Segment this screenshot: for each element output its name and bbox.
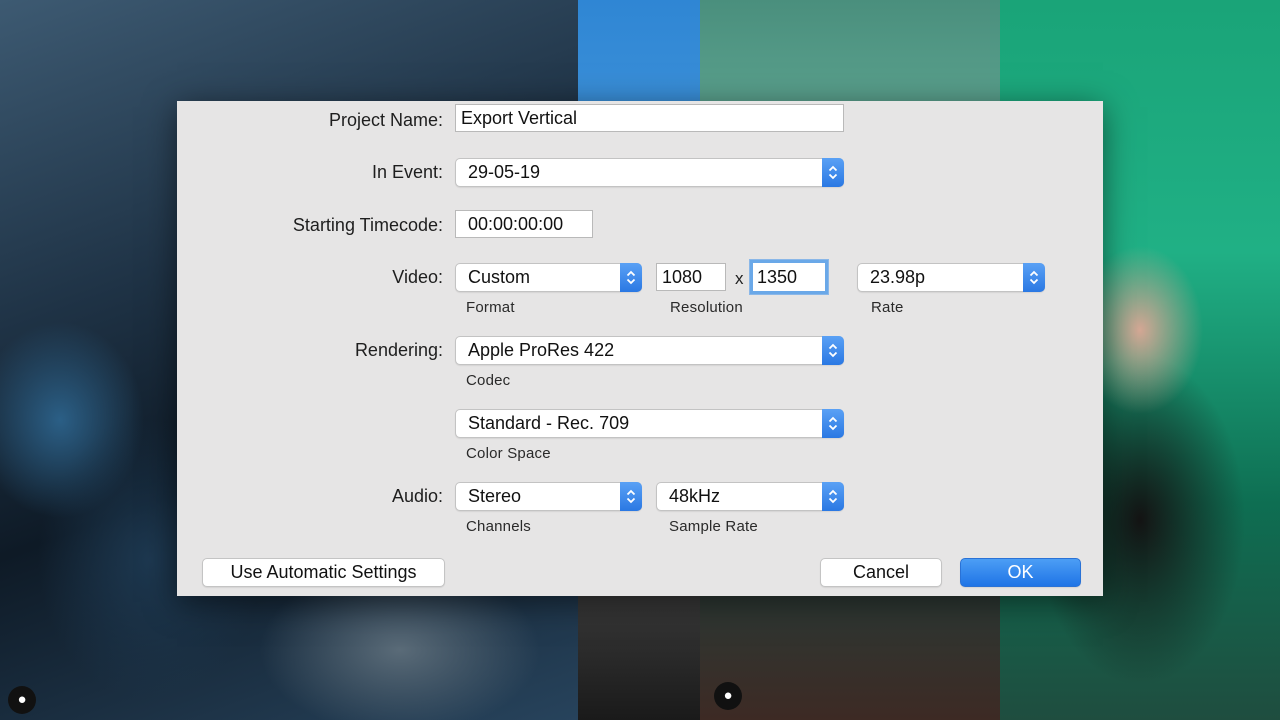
video-label: Video: [392,267,443,287]
updown-chevron-icon [822,336,844,365]
sample-rate-select[interactable]: 48kHz [656,482,844,511]
cancel-button[interactable]: Cancel [820,558,942,587]
use-automatic-settings-button[interactable]: Use Automatic Settings [202,558,445,587]
format-caption: Format [466,299,515,316]
updown-chevron-icon [822,482,844,511]
rate-caption: Rate [871,299,904,316]
updown-chevron-icon [620,482,642,511]
updown-chevron-icon [620,263,642,292]
user-icon: ● [714,682,742,710]
codec-value: Apple ProRes 422 [468,340,615,360]
video-format-value: Custom [468,267,531,287]
updown-chevron-icon [1023,263,1045,292]
project-name-label: Project Name: [328,110,443,130]
in-event-value: 29-05-19 [468,162,541,182]
rendering-label: Rendering: [354,340,443,360]
color-space-caption: Color Space [466,445,551,462]
resolution-caption: Resolution [670,299,743,316]
updown-chevron-icon [822,158,844,187]
in-event-select[interactable]: 29-05-19 [455,158,844,187]
codec-caption: Codec [466,372,511,389]
audio-channels-select[interactable]: Stereo [455,482,642,511]
starting-timecode-label: Starting Timecode: [292,215,443,235]
video-rate-value: 23.98p [870,267,926,287]
sample-rate-caption: Sample Rate [669,518,758,535]
user-icon: ● [8,686,36,714]
ok-button[interactable]: OK [960,558,1081,587]
color-space-select[interactable]: Standard - Rec. 709 [455,409,844,438]
resolution-separator: x [735,269,744,288]
color-space-value: Standard - Rec. 709 [468,413,630,433]
resolution-width-field[interactable]: 1080 [656,263,726,291]
new-project-dialog: Project Name: Export Vertical In Event: … [177,101,1103,596]
starting-timecode-field[interactable]: 00:00:00:00 [455,210,593,238]
video-format-select[interactable]: Custom [455,263,642,292]
updown-chevron-icon [822,409,844,438]
audio-label: Audio: [391,486,443,506]
sample-rate-value: 48kHz [669,486,721,506]
project-name-field[interactable]: Export Vertical [455,104,844,132]
codec-select[interactable]: Apple ProRes 422 [455,336,844,365]
video-rate-select[interactable]: 23.98p [857,263,1045,292]
resolution-height-field[interactable]: 1350 [750,260,828,294]
in-event-label: In Event: [371,162,443,182]
audio-channels-value: Stereo [468,486,522,506]
channels-caption: Channels [466,518,531,535]
